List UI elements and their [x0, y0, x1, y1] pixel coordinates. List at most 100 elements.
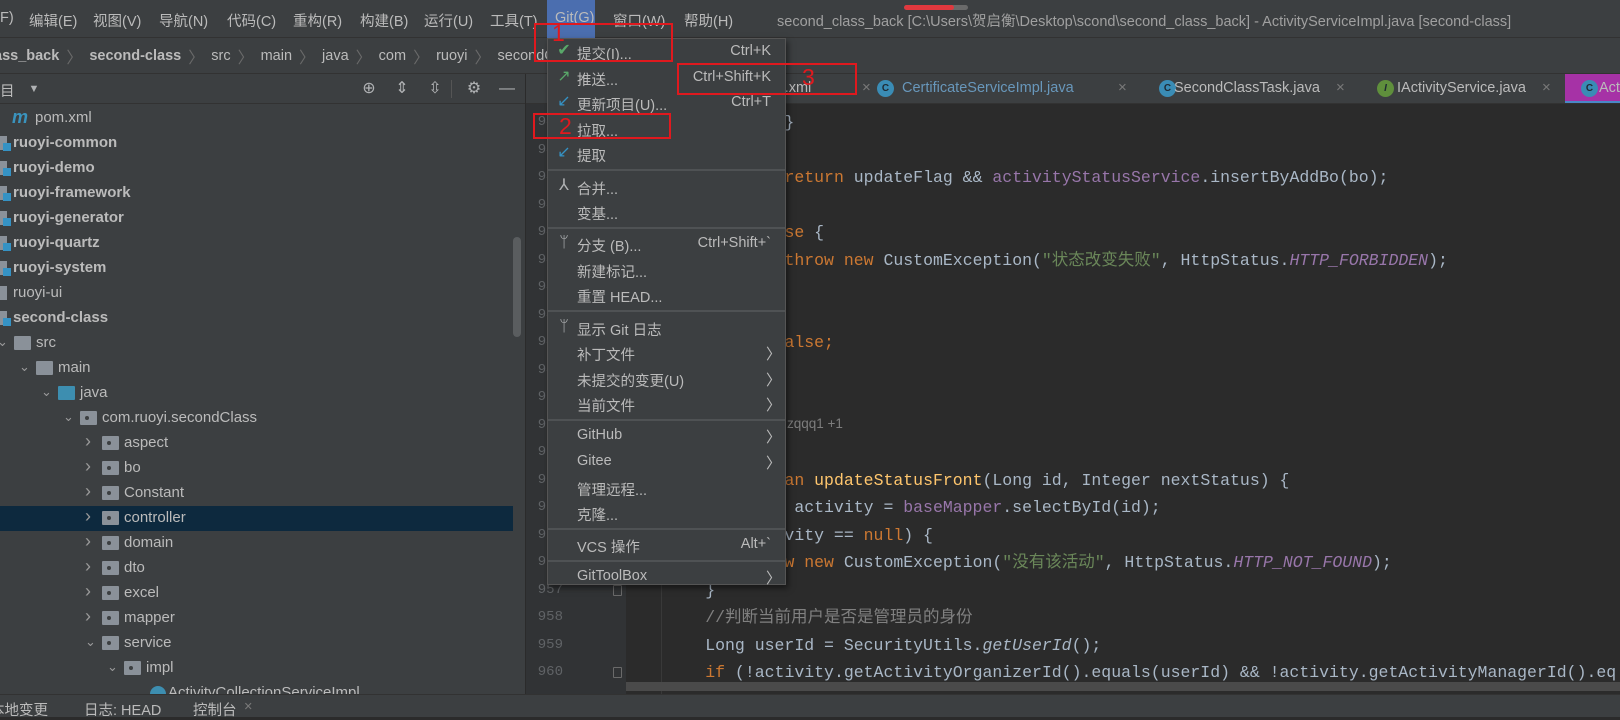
menu-5[interactable]: 重构(R) — [293, 10, 342, 31]
git-menu-item[interactable]: 克隆... — [548, 500, 785, 526]
tree-item-label: java — [80, 384, 108, 401]
chevron-right-icon[interactable]: › — [85, 431, 91, 452]
horizontal-scrollbar[interactable] — [626, 682, 1620, 691]
chevron-right-icon[interactable]: › — [85, 581, 91, 602]
menu-2[interactable]: 视图(V) — [93, 10, 141, 31]
tree-item[interactable]: ActivityCollectionServiceImpl — [0, 681, 513, 694]
locate-icon[interactable]: ⊕ — [359, 79, 379, 99]
tree-item[interactable]: ruoyi-ui — [0, 281, 513, 306]
tree-item[interactable]: ⌄ java — [0, 381, 513, 406]
chevron-down-icon[interactable]: ⌄ — [107, 659, 118, 675]
tree-item[interactable]: ruoyi-system — [0, 256, 513, 281]
git-menu-item[interactable]: 重置 HEAD... — [548, 282, 785, 308]
git-menu-item[interactable]: 新建标记... — [548, 257, 785, 283]
tree-item[interactable]: ⌄ impl — [0, 656, 513, 681]
close-icon[interactable]: × — [244, 699, 252, 715]
breadcrumb-item[interactable]: second-class — [89, 48, 181, 64]
breadcrumb-item[interactable]: ruoyi — [436, 48, 467, 64]
menu-3[interactable]: 导航(N) — [159, 10, 208, 31]
fold-marker-icon[interactable] — [613, 667, 622, 678]
tree-item[interactable]: ruoyi-common — [0, 131, 513, 156]
chevron-right-icon[interactable]: › — [85, 506, 91, 527]
chevron-down-icon[interactable]: ⌄ — [63, 409, 74, 425]
tree-item[interactable]: second-class — [0, 306, 513, 331]
collapse-all-icon[interactable]: ⇳ — [425, 79, 445, 99]
git-menu-item[interactable]: 管理远程... — [548, 475, 785, 501]
menu-7[interactable]: 运行(U) — [424, 10, 473, 31]
git-menu-item[interactable]: GitHub 〉 — [548, 423, 785, 449]
chevron-right-icon[interactable]: › — [85, 556, 91, 577]
tree-item[interactable]: › excel — [0, 581, 513, 606]
chevron-right-icon[interactable]: › — [85, 606, 91, 627]
chevron-right-icon[interactable]: › — [85, 481, 91, 502]
tree-item[interactable]: ruoyi-framework — [0, 181, 513, 206]
minimize-icon[interactable]: — — [497, 79, 517, 99]
tree-item[interactable]: › Constant — [0, 481, 513, 506]
author-hint[interactable]: zqqq1 +1 — [787, 416, 843, 431]
close-icon[interactable]: × — [1542, 79, 1551, 96]
chevron-right-icon[interactable]: › — [85, 531, 91, 552]
tree-item[interactable]: m pom.xml — [0, 106, 513, 131]
tree-scrollbar[interactable] — [513, 237, 521, 337]
chevron-down-icon[interactable]: ⌄ — [19, 359, 30, 375]
git-menu-item[interactable]: ᛘ 显示 Git 日志 — [548, 315, 785, 341]
tree-item[interactable]: › dto — [0, 556, 513, 581]
tree-item[interactable]: ⌄ com.ruoyi.secondClass — [0, 406, 513, 431]
tree-item[interactable]: ruoyi-demo — [0, 156, 513, 181]
tree-item[interactable]: › controller — [0, 506, 513, 531]
menu-1[interactable]: 编辑(E) — [29, 10, 77, 31]
breadcrumb-item[interactable]: ass_back — [0, 48, 59, 64]
breadcrumb-item[interactable]: main — [261, 48, 292, 64]
breadcrumb-item[interactable]: src — [211, 48, 230, 64]
breadcrumb-item[interactable]: com — [379, 48, 406, 64]
tab-label[interactable]: CertificateServiceImpl.java — [902, 80, 1074, 96]
folder-icon — [102, 536, 119, 550]
close-icon[interactable]: × — [1118, 79, 1127, 96]
git-menu-item[interactable]: 未提交的变更(U) 〉 — [548, 366, 785, 392]
git-menu-item[interactable]: ⅄ 合并... — [548, 174, 785, 200]
tab-label[interactable]: Act — [1599, 80, 1620, 96]
tree-item[interactable]: › bo — [0, 456, 513, 481]
menu-11[interactable]: 帮助(H) — [684, 10, 733, 31]
chevron-right-icon[interactable]: › — [85, 456, 91, 477]
menu-6[interactable]: 构建(B) — [360, 10, 408, 31]
chevron-down-icon[interactable]: ⌄ — [0, 334, 8, 350]
tree-item-label: aspect — [124, 434, 169, 451]
tree-item[interactable]: ⌄ service — [0, 631, 513, 656]
gear-icon[interactable]: ⚙ — [464, 79, 484, 99]
breadcrumb-item[interactable]: java — [322, 48, 349, 64]
expand-all-icon[interactable]: ⇕ — [392, 79, 412, 99]
git-menu-item[interactable]: Gitee 〉 — [548, 449, 785, 475]
menu-4[interactable]: 代码(C) — [227, 10, 276, 31]
tree-item[interactable]: › domain — [0, 531, 513, 556]
close-icon[interactable]: × — [862, 79, 871, 96]
module-icon — [0, 261, 11, 276]
tab-label[interactable]: IActivityService.java — [1397, 80, 1526, 96]
tree-item[interactable]: ⌄ src — [0, 331, 513, 356]
menu-0[interactable]: F) — [0, 10, 14, 26]
tab-label[interactable]: SecondClassTask.java — [1174, 80, 1320, 96]
tree-item[interactable]: › mapper — [0, 606, 513, 631]
tree-item[interactable]: ruoyi-generator — [0, 206, 513, 231]
close-icon[interactable]: × — [1336, 79, 1345, 96]
git-menu-item[interactable]: 当前文件 〉 — [548, 391, 785, 417]
tree-item[interactable]: ⌄ main — [0, 356, 513, 381]
tree-item-label: second-class — [13, 309, 109, 326]
git-menu-item[interactable]: ↙ 提取 — [548, 141, 785, 167]
chevron-down-icon[interactable]: ⌄ — [41, 384, 52, 400]
code-token: CustomException( — [833, 553, 1003, 572]
folder-icon — [102, 586, 119, 600]
git-menu-item[interactable]: VCS 操作 Alt+` — [548, 532, 785, 558]
git-menu-item[interactable]: GitToolBox 〉 — [548, 564, 785, 590]
chevron-down-icon[interactable]: ⌄ — [85, 634, 96, 650]
code-token: .insertByAddBo(bo); — [1200, 168, 1389, 187]
git-menu-item[interactable]: ᛘ 分支 (B)... Ctrl+Shift+` — [548, 231, 785, 257]
dropdown-icon[interactable]: ▼ — [24, 79, 44, 99]
tree-item[interactable]: › aspect — [0, 431, 513, 456]
tree-item[interactable]: ruoyi-quartz — [0, 231, 513, 256]
tree-item-label: ruoyi-generator — [13, 209, 124, 226]
git-menu-item[interactable]: 补丁文件 〉 — [548, 340, 785, 366]
git-menu-item[interactable]: 变基... — [548, 199, 785, 225]
menu-8[interactable]: 工具(T) — [490, 10, 538, 31]
